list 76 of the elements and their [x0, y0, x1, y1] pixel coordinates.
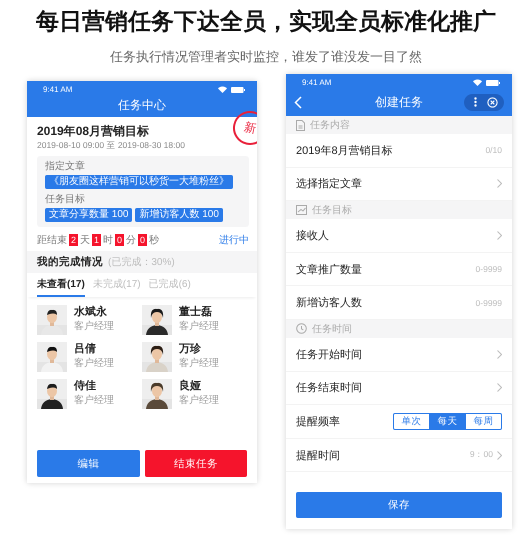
person-role: 客户经理 [179, 357, 219, 371]
goal-tag: 新增访客人数 100 [135, 208, 223, 222]
wifi-icon [473, 79, 482, 86]
row-label: 新增访客人数 [296, 296, 362, 310]
countdown-number: 1 [92, 234, 102, 246]
countdown-label: 距结束 [37, 234, 67, 247]
close-icon[interactable] [487, 96, 498, 108]
end-task-button[interactable]: 结束任务 [144, 450, 247, 477]
countdown-label: 分 [126, 234, 136, 247]
chevron-icon[interactable] [497, 383, 502, 392]
character-counter: 0/10 [485, 145, 502, 156]
person-name: 侍佳 [74, 379, 97, 394]
article-label: 指定文章 [45, 160, 86, 173]
person-name: 董士磊 [179, 305, 213, 320]
section-title: 我的完成情况 [37, 255, 103, 269]
person-role: 客户经理 [179, 320, 219, 334]
document-icon [296, 120, 305, 130]
row-label: 任务结束时间 [296, 381, 362, 396]
chevron-icon[interactable] [497, 450, 502, 460]
person-name: 良娅 [179, 379, 202, 394]
goal-tag: 文章分享数量 100 [45, 208, 132, 222]
goal-label: 任务目标 [45, 193, 86, 206]
person-role: 客户经理 [74, 357, 114, 371]
edit-button[interactable]: 编辑 [37, 450, 140, 477]
person-name: 万珍 [179, 342, 202, 357]
countdown-label: 时 [103, 234, 114, 247]
number-field[interactable]: 0-9999 [466, 264, 502, 274]
task-dates: 2019-08-10 09:00 至 2019-08-30 18:00 [37, 139, 186, 151]
chevron-icon[interactable] [497, 230, 502, 240]
filter-tab[interactable]: 未查看(17) [37, 277, 85, 297]
person-role: 客户经理 [179, 394, 219, 408]
chevron-icon[interactable] [497, 179, 502, 188]
chevron-icon[interactable] [497, 350, 502, 359]
section-title: 任务时间 [312, 322, 352, 336]
subheadline: 任务执行情况管理者实时监控，谁发了谁没发一目了然 [109, 48, 423, 66]
article-tag[interactable]: 《朋友圈这样营销可以秒货一大堆粉丝》 [45, 175, 233, 189]
person-name: 吕倩 [74, 342, 97, 357]
frequency-option[interactable]: 每天 [429, 414, 465, 429]
headline: 每日营销任务下达全员，实现全员标准化推广 [35, 7, 497, 36]
section-title: 任务内容 [310, 118, 350, 132]
menu-capsule[interactable] [464, 94, 504, 110]
more-icon[interactable] [474, 97, 477, 107]
frequency-option[interactable]: 每周 [465, 414, 501, 429]
completion-note: (已完成：30%) [108, 256, 175, 269]
row-label: 选择指定文章 [296, 176, 362, 192]
time-value: 9：00 [470, 449, 493, 462]
save-button[interactable]: 保存 [296, 492, 502, 518]
row-label: 接收人 [296, 228, 329, 243]
person-role: 客户经理 [74, 394, 114, 408]
status-time: 9:41 AM [302, 78, 332, 87]
countdown-number: 2 [69, 234, 78, 246]
section-title: 任务目标 [312, 204, 352, 218]
row-label: 提醒频率 [296, 414, 340, 429]
screen-title: 任务中心 [117, 97, 167, 114]
person-role: 客户经理 [74, 320, 114, 334]
status-time: 9:41 AM [43, 85, 72, 94]
screen-title: 创建任务 [374, 94, 424, 110]
battery-icon [486, 80, 500, 86]
frequency-option[interactable]: 单次 [394, 414, 429, 429]
row-label: 任务开始时间 [296, 348, 362, 362]
chart-icon [296, 205, 307, 216]
wifi-icon [218, 86, 227, 93]
countdown-label: 天 [80, 234, 90, 247]
person-name: 水斌永 [74, 305, 108, 320]
countdown-label: 秒 [149, 234, 160, 247]
row-label: 提醒时间 [296, 448, 340, 463]
clock-icon [296, 323, 307, 334]
row-label: 2019年8月营销目标 [296, 144, 393, 158]
task-status: 进行中 [219, 234, 249, 247]
countdown-number: 0 [138, 234, 148, 246]
row-label: 文章推广数量 [296, 262, 362, 277]
task-title: 2019年08月营销目标 [37, 123, 150, 139]
countdown-number: 0 [115, 234, 124, 246]
battery-icon [231, 86, 245, 92]
back-icon[interactable] [294, 96, 302, 108]
number-field[interactable]: 0-9999 [466, 298, 502, 308]
